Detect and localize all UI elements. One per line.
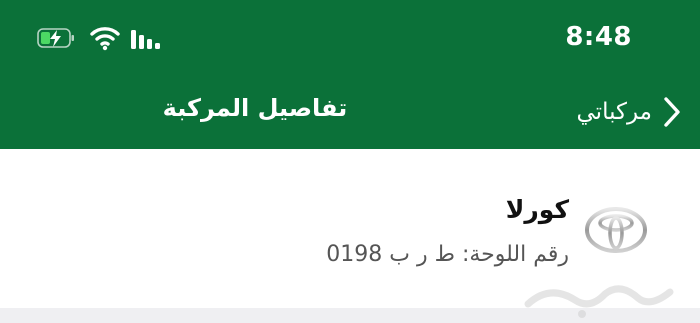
wifi-icon — [90, 27, 120, 51]
plate-label: رقم اللوحة: — [461, 242, 569, 267]
toyota-logo-icon — [585, 207, 647, 253]
watermark-logo — [524, 285, 674, 318]
vehicle-name: كورلا — [505, 195, 569, 224]
plate-value: ط ر ب 0198 — [326, 242, 455, 267]
chevron-right-icon — [664, 97, 680, 127]
cellular-signal-icon — [131, 30, 160, 49]
page-title: تفاصيل المركبة — [162, 94, 348, 122]
app-header: 8:48 تفاصيل المركبة مركباتي — [0, 0, 700, 149]
status-time: 8:48 — [565, 22, 632, 52]
battery-charging-icon — [37, 28, 74, 48]
back-button-label: مركباتي — [576, 99, 652, 125]
status-bar: 8:48 — [0, 0, 700, 76]
plate-number: رقم اللوحة: ط ر ب 0198 — [326, 242, 569, 267]
back-button[interactable]: مركباتي — [577, 92, 682, 132]
